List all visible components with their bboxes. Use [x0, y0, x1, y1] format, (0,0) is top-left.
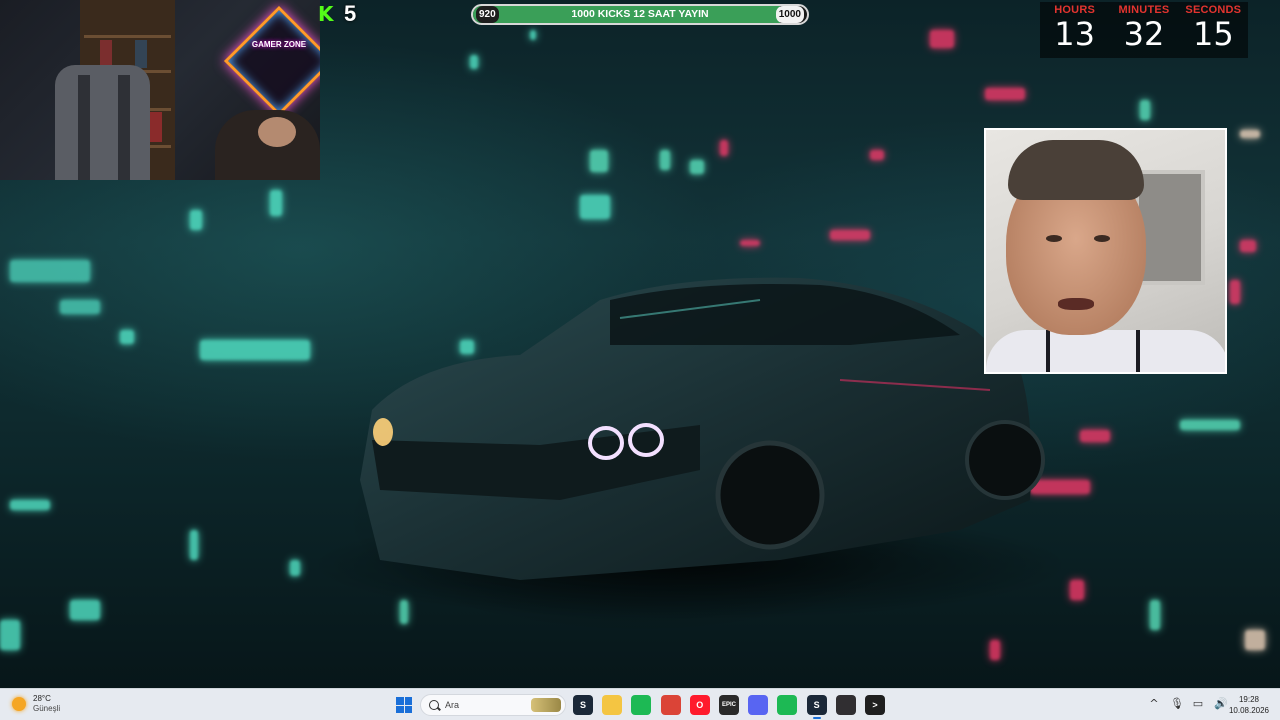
countdown-timer: HOURS 13 MINUTES 32 SECONDS 15: [1040, 2, 1248, 58]
sun-icon: [12, 697, 26, 711]
steam-icon-2[interactable]: S: [806, 695, 827, 715]
weather-text: 28°C Güneşli: [33, 694, 60, 714]
mouth: [1058, 298, 1094, 310]
system-tray: ^ 🎙 ▭ 🔊: [1148, 697, 1228, 711]
goal-end-value: 1000: [775, 6, 804, 23]
shelf-box: [150, 112, 162, 142]
hours-value: 13: [1054, 15, 1096, 53]
active-app-indicator: [812, 717, 821, 719]
shirt-stripe: [1136, 330, 1140, 372]
neon-sign-text: GAMER ZONE: [251, 40, 307, 49]
search-input[interactable]: Ara: [420, 694, 566, 716]
gaming-chair: [55, 65, 150, 180]
room-webcam: GAMER ZONE: [0, 0, 320, 180]
windows-logo-icon: [396, 697, 404, 705]
spotify-icon-2[interactable]: [777, 695, 798, 715]
spotify-icon[interactable]: [631, 695, 652, 715]
kicks-goal-bar: 1000 KICKS 12 SAAT YAYIN 920 1000: [471, 4, 809, 25]
volume-icon[interactable]: 🔊: [1214, 697, 1228, 711]
windows-taskbar: 28°C Güneşli Ara S O EPIC S > ^ 🎙 ▭ 🔊 19:28 …: [0, 688, 1280, 720]
shelf-row: [84, 35, 171, 38]
weather-widget[interactable]: 28°C Güneşli: [12, 694, 60, 714]
chair-stripe: [78, 75, 90, 180]
wall-frame: [1135, 170, 1205, 285]
eye: [1094, 235, 1110, 242]
start-button[interactable]: [396, 697, 412, 713]
obs-icon[interactable]: [835, 695, 856, 715]
kick-count-value: 5: [344, 1, 357, 26]
shirt: [986, 330, 1225, 372]
timer-minutes: MINUTES 32: [1111, 4, 1177, 58]
seconds-value: 15: [1192, 15, 1234, 53]
steam-icon[interactable]: S: [573, 695, 593, 715]
shelf-box: [100, 40, 112, 68]
opera-icon[interactable]: O: [689, 695, 710, 715]
neon-sign-logo: [223, 5, 320, 117]
weather-description: Güneşli: [33, 704, 61, 713]
network-icon[interactable]: ▭: [1192, 697, 1204, 711]
epic-games-icon[interactable]: EPIC: [719, 695, 739, 715]
shelf-box: [135, 40, 147, 68]
search-placeholder: Ara: [445, 700, 460, 710]
goal-label: 1000 KICKS 12 SAAT YAYIN: [571, 8, 709, 20]
chair-stripe: [118, 75, 130, 180]
terminal-icon[interactable]: >: [865, 695, 885, 715]
microphone-icon[interactable]: 🎙: [1170, 697, 1184, 711]
minutes-value: 32: [1123, 15, 1165, 53]
clock-time: 19:28: [1238, 695, 1260, 704]
show-hidden-icons-chevron-icon[interactable]: ^: [1148, 697, 1160, 711]
discord-icon[interactable]: [748, 695, 769, 715]
eye: [1046, 235, 1062, 242]
clock-date: 10.08.2026: [1228, 706, 1270, 715]
weather-temperature: 28°C: [33, 694, 51, 703]
stream-screen: GAMER ZONE K 5 1000 KICKS 12 SAAT YAYIN …: [0, 0, 1280, 720]
chrome-icon[interactable]: [660, 695, 681, 715]
timer-hours: HOURS 13: [1042, 4, 1108, 58]
file-explorer-icon[interactable]: [602, 695, 623, 715]
person-head: [258, 117, 296, 147]
goal-start-value: 920: [476, 6, 499, 23]
kick-follower-counter: K 5: [318, 1, 357, 26]
search-icon: [429, 700, 439, 710]
timer-seconds: SECONDS 15: [1180, 4, 1246, 58]
search-highlight-icon: [531, 698, 561, 712]
shirt-stripe: [1046, 330, 1050, 372]
kick-logo-icon: K: [318, 2, 334, 26]
facecam-video: [984, 128, 1227, 374]
hair: [1008, 140, 1144, 200]
taskbar-clock[interactable]: 19:28 10.08.2026: [1228, 694, 1270, 716]
